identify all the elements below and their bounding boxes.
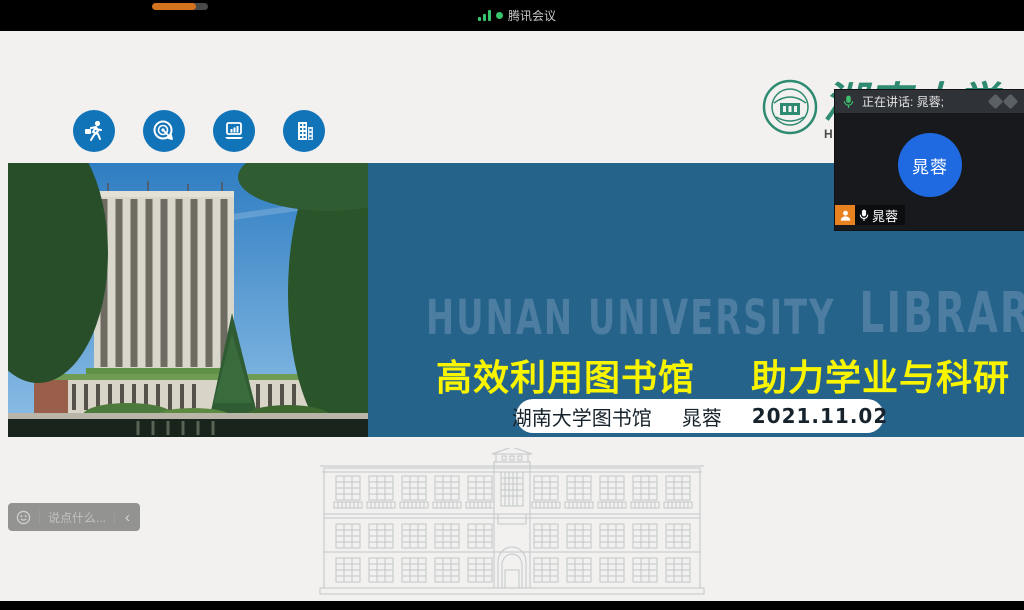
slide-icon-row (73, 110, 325, 152)
slide-title: 高效利用图书馆 助力学业与科研 (436, 349, 1010, 401)
building-line-drawing (312, 448, 712, 598)
banner-english-part1: HUNAN UNIVERSITY (426, 290, 836, 346)
banner-english-part2: LIBRARY (859, 281, 1024, 346)
layout-icon[interactable] (988, 94, 1004, 110)
logo-english-fragment: H (824, 127, 833, 141)
running-person-icon (73, 110, 115, 152)
tray-meeting-indicator[interactable]: 腾讯会议 (478, 6, 556, 24)
target-search-icon (143, 110, 185, 152)
speaking-status-text: 正在讲话: 晁蓉; (862, 93, 982, 110)
credit-date: 2021.11.02 (752, 404, 889, 428)
credit-presenter: 晁蓉 (682, 402, 722, 431)
meeting-screen: 腾讯会议 湖南大学 图书馆 H (0, 0, 1024, 610)
system-bar-bottom (0, 601, 1024, 610)
signal-bars-icon (478, 10, 491, 21)
chat-bar[interactable]: 说点什么... ‹ (8, 503, 140, 531)
credit-organization: 湖南大学图书馆 (512, 402, 652, 431)
university-seal-icon (762, 79, 818, 135)
recording-progress-bar (152, 3, 208, 10)
overlay-header[interactable]: 正在讲话: 晁蓉; (835, 90, 1024, 113)
live-dot-icon (496, 12, 503, 19)
credit-banner: 湖南大学图书馆 晁蓉 2021.11.02 (516, 399, 884, 433)
chat-divider (114, 510, 115, 524)
mic-icon (859, 209, 869, 222)
overlay-window-controls[interactable] (990, 96, 1016, 107)
campus-building-icon (283, 110, 325, 152)
library-photo (8, 163, 368, 437)
slide-title-part2: 助力学业与科研 (751, 349, 1010, 401)
avatar: 晁蓉 (898, 133, 962, 197)
expand-icon[interactable] (1003, 94, 1019, 110)
avatar-name: 晁蓉 (912, 153, 948, 178)
tray-app-label: 腾讯会议 (508, 7, 556, 24)
host-badge (835, 205, 855, 225)
recording-progress-fill (152, 3, 196, 10)
emoji-icon[interactable] (16, 510, 31, 525)
system-bar-top: 腾讯会议 (0, 0, 1024, 31)
slide-title-part1: 高效利用图书馆 (436, 349, 695, 401)
banner-english: HUNAN UNIVERSITY LIBRARY (426, 281, 1024, 346)
person-icon (839, 209, 852, 222)
chat-input[interactable]: 说点什么... (48, 509, 106, 526)
participant-tag: 晁蓉 (855, 205, 905, 225)
speaking-mic-icon (843, 95, 854, 109)
laptop-chart-icon (213, 110, 255, 152)
chat-divider (39, 510, 40, 524)
participant-name-bar: 晁蓉 (835, 205, 905, 225)
participant-name: 晁蓉 (872, 206, 898, 225)
chevron-left-icon[interactable]: ‹ (123, 510, 132, 525)
meeting-video-overlay[interactable]: 正在讲话: 晁蓉; 晁蓉 晁蓉 (835, 90, 1024, 230)
